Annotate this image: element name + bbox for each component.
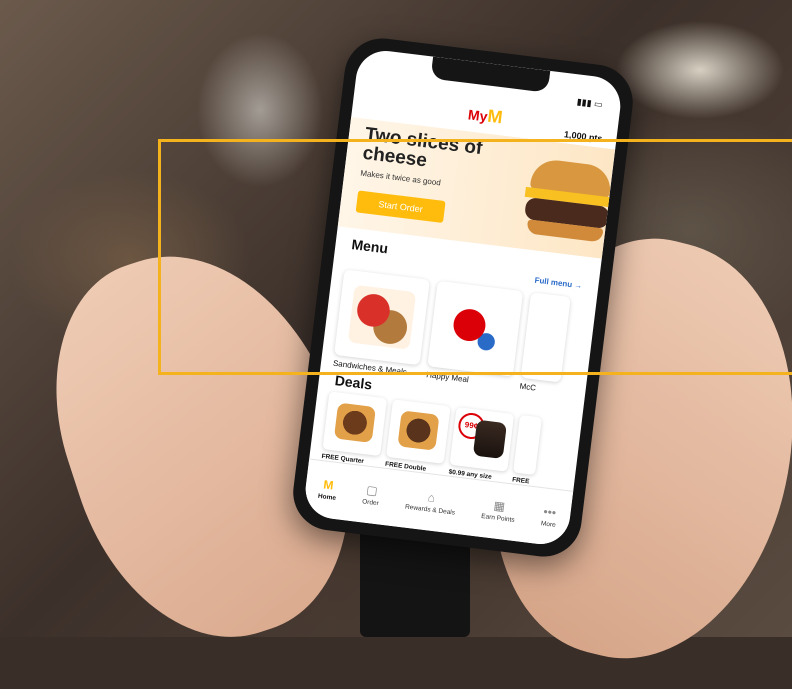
status-icons: ▮▮▮ ▭ bbox=[576, 96, 604, 110]
tab-order-label: Order bbox=[361, 498, 380, 508]
big-mac-image bbox=[333, 402, 376, 443]
deal-card-more[interactable] bbox=[513, 414, 542, 476]
deal-card-quarter[interactable] bbox=[322, 391, 388, 457]
tab-more[interactable]: ••• More bbox=[540, 504, 557, 529]
highlight-frame bbox=[158, 139, 792, 375]
deal-card-double[interactable] bbox=[386, 399, 451, 464]
menu-label-mccafe: McC bbox=[519, 381, 537, 393]
bag-icon: ▢ bbox=[365, 482, 379, 498]
tab-order[interactable]: ▢ Order bbox=[361, 482, 381, 508]
tab-more-label: More bbox=[540, 520, 557, 529]
double-burger-image bbox=[397, 410, 440, 451]
tab-home[interactable]: M Home bbox=[317, 477, 339, 502]
tab-rewards-label: Rewards & Deals bbox=[404, 503, 456, 517]
deal-card-drink[interactable]: 99¢ bbox=[449, 407, 515, 472]
tab-home-label: Home bbox=[317, 492, 337, 502]
tab-earn-points[interactable]: ▦ Earn Points bbox=[481, 498, 517, 524]
arches-logo-icon: M bbox=[486, 105, 504, 128]
my-logo-text: My bbox=[467, 106, 489, 125]
rewards-icon: ⌂ bbox=[427, 490, 436, 506]
arches-icon: M bbox=[322, 477, 335, 493]
qr-code-icon: ▦ bbox=[492, 498, 506, 514]
more-icon: ••• bbox=[542, 504, 557, 520]
drink-image bbox=[472, 419, 507, 460]
tab-rewards-deals[interactable]: ⌂ Rewards & Deals bbox=[404, 489, 458, 517]
deals-heading: Deals bbox=[334, 372, 374, 393]
tab-earn-label: Earn Points bbox=[480, 512, 516, 524]
